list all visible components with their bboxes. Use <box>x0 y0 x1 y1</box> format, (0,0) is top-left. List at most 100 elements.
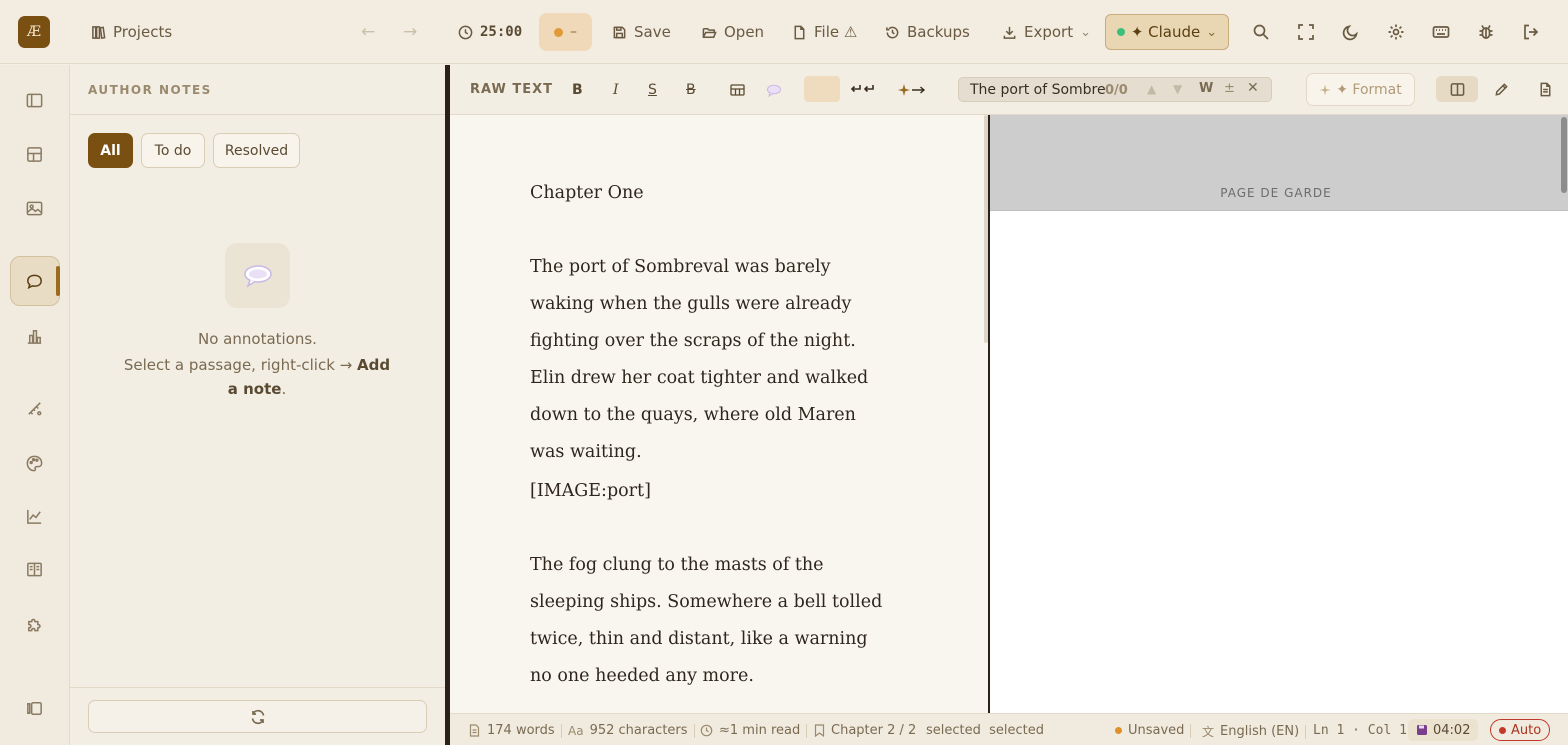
bar-chart-icon[interactable] <box>22 324 46 348</box>
empty-state-hint: Select a passage, right-click → Add a no… <box>122 353 392 401</box>
save-button[interactable]: Save <box>612 20 671 44</box>
ai-provider-dropdown[interactable]: ✦ Claude ⌄ <box>1105 14 1229 50</box>
format-label: ✦ Format <box>1336 81 1402 98</box>
palette-icon[interactable] <box>22 451 46 475</box>
layout-icon[interactable] <box>22 142 46 166</box>
fullscreen-icon[interactable] <box>1295 21 1317 43</box>
find-close-button[interactable]: ✕ <box>1247 80 1259 96</box>
file-button[interactable]: File ⚠ <box>792 20 857 44</box>
find-input[interactable]: The port of Sombre <box>970 82 1106 98</box>
preview-document-icon[interactable] <box>1524 76 1566 102</box>
dark-mode-icon[interactable] <box>1340 21 1362 43</box>
undo-nav-button[interactable]: ← <box>361 20 375 44</box>
open-button[interactable]: Open <box>702 20 764 44</box>
comment-bubble-icon[interactable] <box>766 80 782 100</box>
line-chart-icon[interactable] <box>22 504 46 528</box>
comment-icon[interactable] <box>22 269 46 293</box>
text-paragraph[interactable]: The fog clung to the masts of the sleepi… <box>530 547 890 695</box>
panel-toggle-icon[interactable] <box>22 88 46 112</box>
pomodoro-state: – <box>570 24 577 40</box>
bookmark-icon <box>814 724 825 737</box>
download-icon <box>1003 26 1016 39</box>
find-prev-button[interactable]: ▲ <box>1147 82 1156 96</box>
sparkle-icon <box>1319 84 1331 95</box>
word-count-value: 174 words <box>487 723 555 738</box>
language-selector[interactable]: 文 English (EN) <box>1202 723 1307 740</box>
book-icon[interactable] <box>22 557 46 581</box>
pomodoro-status-button[interactable]: – <box>539 13 592 51</box>
save-icon <box>613 26 626 38</box>
underline-button[interactable]: S <box>648 80 657 100</box>
file-icon <box>794 25 805 39</box>
preview-page-label: PAGE DE GARDE <box>1220 186 1332 200</box>
status-bar: 174 words Aa 952 characters ≈1 min read … <box>450 713 1568 745</box>
folder-open-icon <box>702 27 717 38</box>
status-separator <box>693 723 695 738</box>
clock-icon <box>458 25 473 39</box>
online-status-dot <box>1116 28 1125 36</box>
image-icon[interactable] <box>22 196 46 220</box>
ruler-icon[interactable] <box>22 396 46 420</box>
ai-provider-label: ✦ Claude <box>1130 23 1201 41</box>
filter-todo-chip[interactable]: To do <box>141 133 205 168</box>
split-view-icon[interactable] <box>1436 76 1478 102</box>
open-label: Open <box>724 23 765 41</box>
search-icon[interactable] <box>1250 21 1272 43</box>
chapter-indicator[interactable]: Chapter 2 / 2 <box>814 723 916 738</box>
status-separator <box>806 723 808 738</box>
autosave-dot <box>1499 726 1506 734</box>
read-time: ≈1 min read <box>700 723 808 738</box>
edit-pencil-icon[interactable] <box>1480 76 1522 102</box>
chapter-value: Chapter 2 / 2 <box>831 723 917 738</box>
chapter-heading[interactable]: Chapter One <box>530 175 890 212</box>
bold-button[interactable]: B <box>572 80 583 100</box>
preview-scrollbar[interactable] <box>1561 117 1567 193</box>
backups-button[interactable]: Backups <box>885 20 970 44</box>
filter-all-chip[interactable]: All <box>88 133 133 168</box>
unsaved-dot <box>1115 727 1122 734</box>
table-icon[interactable] <box>730 80 745 100</box>
line-break-icon[interactable] <box>849 80 875 100</box>
cursor-position: Ln 1 · Col 1 <box>1313 723 1407 738</box>
image-placeholder[interactable]: [IMAGE:port] <box>530 473 890 510</box>
translate-icon: 文 <box>1202 725 1215 739</box>
redo-nav-button[interactable]: → <box>403 20 417 44</box>
last-save-chip: 04:02 <box>1408 719 1479 741</box>
filter-resolved-chip[interactable]: Resolved <box>213 133 300 168</box>
bug-icon[interactable] <box>1475 21 1497 43</box>
export-label: Export <box>1024 23 1074 41</box>
chevron-down-icon: ⌄ <box>1080 24 1092 40</box>
editor-toolbar: RAW TEXT B I S B The port of Sombre 0/0 … <box>450 65 1568 115</box>
logout-icon[interactable] <box>1520 21 1542 43</box>
refresh-button[interactable] <box>88 700 427 733</box>
refresh-icon <box>251 709 264 724</box>
italic-button[interactable]: I <box>613 80 619 100</box>
strikethrough-button[interactable]: B <box>686 80 696 100</box>
hint-suffix: . <box>281 380 287 398</box>
format-button[interactable]: ✦ Format <box>1306 73 1415 106</box>
text-paragraph[interactable]: The port of Sombreval was barely waking … <box>530 249 890 471</box>
save-state-value: Unsaved <box>1128 723 1185 738</box>
settings-gear-icon[interactable] <box>1385 21 1407 43</box>
sparkle-arrow-icon[interactable] <box>898 80 926 100</box>
app-logo[interactable]: Æ <box>18 16 50 48</box>
status-separator <box>1190 723 1192 738</box>
history-icon <box>886 26 899 38</box>
whole-word-toggle[interactable]: W <box>1199 81 1213 96</box>
projects-button[interactable]: Projects <box>91 20 172 44</box>
keyboard-icon[interactable] <box>1430 21 1452 43</box>
puzzle-icon[interactable] <box>22 612 46 636</box>
word-count: 174 words <box>468 723 562 738</box>
clock-icon <box>700 724 713 737</box>
autosave-toggle[interactable]: Auto <box>1490 719 1551 741</box>
pomodoro-timer[interactable]: 25:00 <box>458 20 522 44</box>
highlight-color-swatch[interactable] <box>804 76 840 102</box>
collapse-icon[interactable] <box>22 696 46 720</box>
empty-state-title: No annotations. <box>198 330 317 348</box>
manuscript-editor[interactable]: Chapter One The port of Sombreval was ba… <box>450 115 988 713</box>
find-next-button[interactable]: ▼ <box>1173 82 1182 96</box>
export-dropdown[interactable]: Export ⌄ <box>1002 20 1091 44</box>
case-toggle[interactable]: ± <box>1224 81 1235 96</box>
chevron-down-icon: ⌄ <box>1206 24 1218 40</box>
divider <box>70 687 445 688</box>
